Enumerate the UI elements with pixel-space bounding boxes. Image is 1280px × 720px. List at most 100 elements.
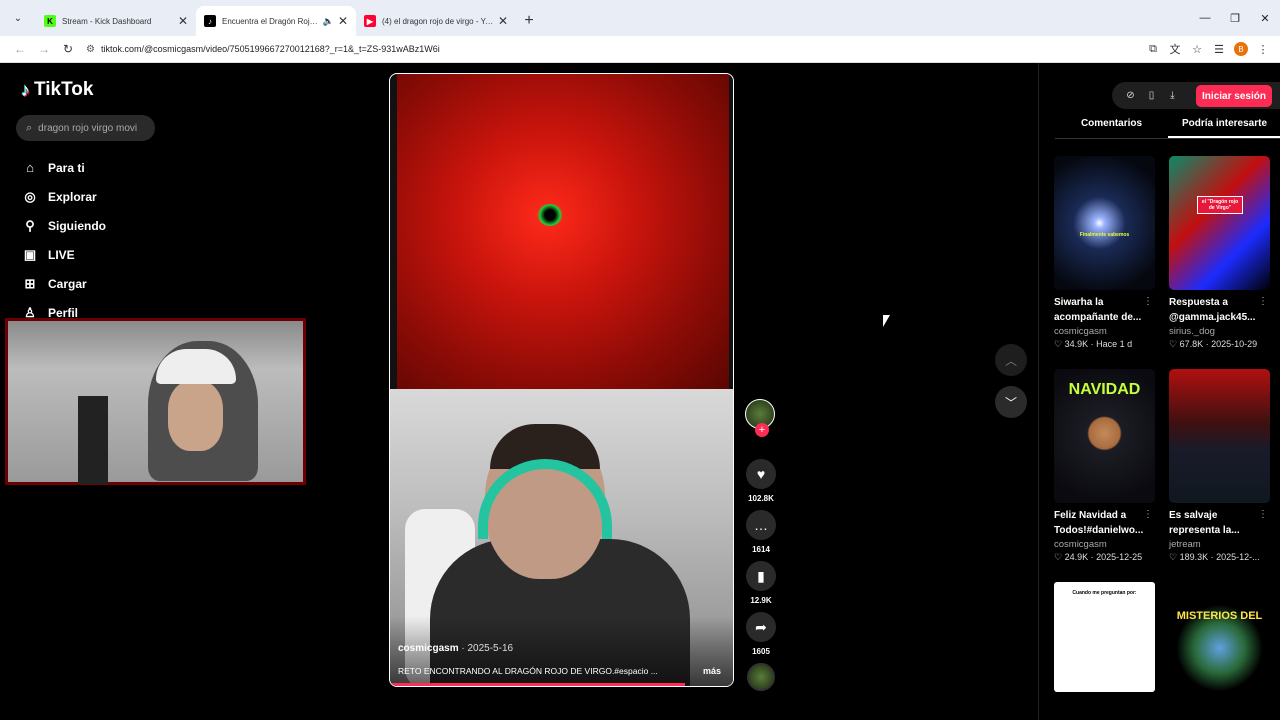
browser-tab[interactable]: ▶ (4) el dragon rojo de virgo - YouTube … (356, 6, 516, 36)
bookmark-star-icon[interactable]: ☆ (1186, 38, 1208, 60)
card-title[interactable]: Siwarha la acompañante de... (1054, 295, 1146, 325)
more-link[interactable]: más (703, 666, 721, 676)
video-card[interactable]: Cuando me preguntan por: (1054, 582, 1155, 692)
save-action[interactable]: ▮ 12.9K (743, 561, 779, 605)
tab-title: (4) el dragon rojo de virgo - YouTube (382, 16, 494, 26)
install-icon[interactable]: ⧉ (1142, 38, 1164, 60)
new-tab-button[interactable]: + (516, 6, 542, 36)
speaker-icon[interactable]: 🔈 (323, 16, 334, 27)
forward-icon[interactable]: → (32, 37, 56, 61)
video-thumbnail[interactable]: NAVIDAD (1054, 369, 1155, 503)
tiktok-note-icon: ♪ (21, 79, 30, 100)
card-title[interactable]: Feliz Navidad a Todos!#danielwo... (1054, 508, 1146, 538)
url-text[interactable]: tiktok.com/@cosmicgasm/video/75051996672… (101, 44, 440, 54)
profile-avatar[interactable]: B (1234, 42, 1248, 56)
coin-icon[interactable]: ⊘ (1120, 90, 1141, 101)
sidebar-item-para-ti[interactable]: ⌂ Para ti (21, 153, 106, 182)
tab-comentarios[interactable]: Comentarios (1055, 118, 1168, 138)
video-actions: + ♥ 102.8K … 1614 ▮ 12.9K ➦ 1605 (743, 399, 779, 691)
video-thumbnail[interactable]: el "Dragón rojo de Virgo" (1169, 156, 1270, 290)
card-author[interactable]: sirius._dog (1169, 326, 1270, 337)
back-icon[interactable]: ← (8, 37, 32, 61)
download-icon[interactable]: ⤓ (1162, 90, 1183, 101)
comment-icon[interactable]: … (746, 510, 776, 540)
search-box[interactable]: ⌕ (16, 115, 155, 141)
more-options-icon[interactable]: ⋮ (1143, 296, 1153, 307)
browser-tab[interactable]: K Stream - Kick Dashboard ✕ (36, 6, 196, 36)
sidebar-item-cargar[interactable]: ⊞ Cargar (21, 269, 106, 298)
share-action[interactable]: ➦ 1605 (743, 612, 779, 656)
previous-video-button[interactable]: ︿ (995, 344, 1027, 376)
video-card[interactable]: MISTERIOS DEL (1169, 582, 1270, 692)
thumbnail-text: NAVIDAD (1068, 381, 1141, 398)
address-bar[interactable]: ⚙ tiktok.com/@cosmicgasm/video/750519966… (86, 38, 1142, 60)
video-thumbnail[interactable] (1169, 369, 1270, 503)
video-caption: RETO ENCONTRANDO AL DRAGÓN ROJO DE VIRGO… (398, 666, 658, 676)
video-card[interactable]: ⋮ Es salvaje representa la... jetream ♡ … (1169, 369, 1270, 563)
more-options-icon[interactable]: ⋮ (1258, 296, 1268, 307)
sidebar-item-explorar[interactable]: ◎ Explorar (21, 182, 106, 211)
like-action[interactable]: ♥ 102.8K (743, 459, 779, 503)
card-title[interactable]: Respuesta a @gamma.jack45... (1169, 295, 1261, 325)
mouse-cursor (883, 315, 890, 327)
restore-icon[interactable]: ❐ (1220, 0, 1250, 36)
top-action-bar: ⊘ ▯ ⤓ Iniciar sesión (1112, 82, 1280, 109)
upload-icon: ⊞ (24, 275, 36, 291)
more-options-icon[interactable]: ⋮ (1143, 509, 1153, 520)
card-author[interactable]: cosmicgasm (1054, 539, 1155, 550)
sidebar-item-siguiendo[interactable]: ⚲ Siguiendo (21, 211, 106, 240)
right-tabs: Comentarios Podría interesarte (1055, 118, 1280, 139)
card-author[interactable]: cosmicgasm (1054, 326, 1155, 337)
close-icon[interactable]: ✕ (178, 14, 188, 28)
address-bar-row: ← → ↻ ⚙ tiktok.com/@cosmicgasm/video/750… (0, 36, 1280, 63)
close-window-icon[interactable]: ✕ (1250, 0, 1280, 36)
video-player[interactable]: cosmicgasm · 2025-5-16 RETO ENCONTRANDO … (389, 73, 734, 687)
music-disc-icon[interactable] (747, 663, 775, 691)
video-date: · 2025-5-16 (461, 643, 514, 654)
tiktok-logo[interactable]: ♪ TikTok (21, 79, 93, 101)
video-progress-bar[interactable] (390, 683, 685, 686)
reading-list-icon[interactable]: ☰ (1208, 38, 1230, 60)
tab-podria-interesarte[interactable]: Podría interesarte (1168, 118, 1280, 138)
browser-actions: ⧉ 文 ☆ ☰ B ⋮ (1142, 38, 1274, 60)
menu-kebab-icon[interactable]: ⋮ (1252, 38, 1274, 60)
comment-count: 1614 (752, 545, 770, 554)
browser-tab-active[interactable]: ♪ Encuentra el Dragón Rojo de Virgo 🔈 ✕ (196, 6, 356, 36)
card-title[interactable]: Es salvaje representa la... (1169, 508, 1261, 538)
compass-icon: ◎ (24, 188, 36, 204)
card-meta: ♡ 24.9K · 2025-12-25 (1054, 552, 1143, 562)
site-info-icon[interactable]: ⚙ (86, 44, 95, 55)
comment-action[interactable]: … 1614 (743, 510, 779, 554)
card-author[interactable]: jetream (1169, 539, 1270, 550)
video-thumbnail[interactable]: Finalmente sabemos (1054, 156, 1155, 290)
video-card[interactable]: NAVIDAD ⋮ Feliz Navidad a Todos!#danielw… (1054, 369, 1155, 563)
follow-plus-icon[interactable]: + (755, 423, 769, 437)
video-author[interactable]: cosmicgasm · 2025-5-16 (398, 643, 513, 654)
heart-icon[interactable]: ♥ (746, 459, 776, 489)
reload-icon[interactable]: ↻ (56, 37, 80, 61)
next-video-button[interactable]: ﹀ (995, 386, 1027, 418)
translate-icon[interactable]: 文 (1164, 38, 1186, 60)
bookmark-icon[interactable]: ▮ (746, 561, 776, 591)
sidebar-item-live[interactable]: ▣ LIVE (21, 240, 106, 269)
share-icon[interactable]: ➦ (746, 612, 776, 642)
video-thumbnail[interactable]: MISTERIOS DEL (1169, 582, 1270, 692)
window-controls: — ❐ ✕ (1190, 0, 1280, 36)
author-name[interactable]: cosmicgasm (398, 643, 459, 654)
youtube-icon: ▶ (364, 15, 376, 27)
close-icon[interactable]: ✕ (498, 14, 508, 28)
thumbnail-text: MISTERIOS DEL (1176, 610, 1263, 622)
login-button[interactable]: Iniciar sesión (1196, 85, 1272, 107)
minimize-icon[interactable]: — (1190, 0, 1220, 36)
search-input[interactable] (38, 122, 139, 134)
chevron-up-icon: ︿ (1004, 353, 1017, 368)
tab-search-icon[interactable]: ⌄ (0, 0, 36, 36)
close-icon[interactable]: ✕ (338, 14, 348, 28)
video-card[interactable]: el "Dragón rojo de Virgo" ⋮ Respuesta a … (1169, 156, 1270, 350)
device-icon[interactable]: ▯ (1141, 90, 1162, 101)
video-thumbnail[interactable]: Cuando me preguntan por: (1054, 582, 1155, 692)
more-options-icon[interactable]: ⋮ (1258, 509, 1268, 520)
sidebar-item-label: Siguiendo (48, 218, 106, 233)
video-card[interactable]: Finalmente sabemos ⋮ Siwarha la acompaña… (1054, 156, 1155, 350)
creator-avatar-wrap[interactable]: + (745, 399, 777, 437)
